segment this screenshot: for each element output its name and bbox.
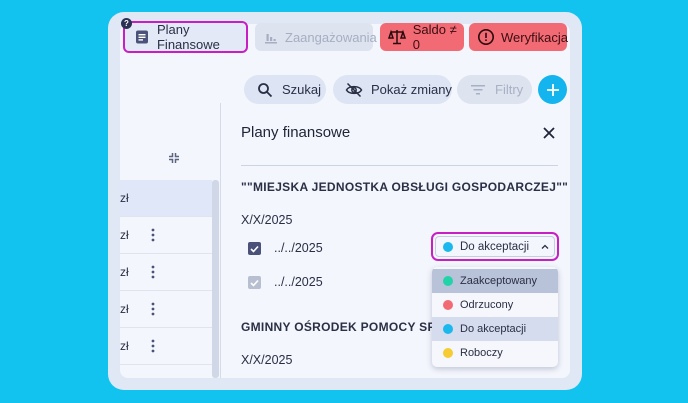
check-icon — [250, 279, 259, 287]
plan-label: ../../2025 — [274, 241, 323, 255]
table-row[interactable]: zł — [120, 291, 212, 328]
search-label: Szukaj — [282, 82, 322, 97]
scale-icon — [388, 27, 407, 47]
row-amount: zł — [120, 228, 129, 242]
tab-zaangazowania[interactable]: Zaangażowania — [255, 23, 377, 51]
option-label: Roboczy — [460, 347, 503, 359]
status-dot — [443, 300, 453, 310]
eye-off-icon — [345, 81, 363, 99]
help-badge: ? — [121, 18, 132, 29]
status-option-do-akceptacji[interactable]: Do akceptacji — [432, 317, 558, 341]
tab-weryfikacja[interactable]: Weryfikacja — [469, 23, 568, 51]
tab-plany-finansowe[interactable]: ? Plany Finansowe — [121, 18, 248, 53]
row-amount: zł — [120, 302, 129, 316]
bar-chart-icon — [263, 27, 279, 47]
filters-button[interactable]: Filtry — [457, 75, 532, 104]
collapse-icon[interactable] — [166, 150, 182, 166]
org-name: GMINNY OŚRODEK POMOCY SPOŁ — [241, 320, 454, 334]
panel-title: Plany finansowe — [241, 124, 351, 141]
status-dropdown: Zaakceptowany Odrzucony Do akceptacji Ro… — [432, 267, 558, 367]
add-button[interactable] — [538, 75, 567, 104]
status-option-odrzucony[interactable]: Odrzucony — [432, 293, 558, 317]
panel-divider — [220, 103, 221, 378]
more-vertical-icon[interactable] — [150, 301, 156, 317]
search-icon — [256, 81, 274, 99]
status-option-zaakceptowany[interactable]: Zaakceptowany — [432, 269, 558, 293]
option-label: Do akceptacji — [460, 323, 527, 335]
status-dot — [443, 348, 453, 358]
org-name: ""MIEJSKA JEDNOSTKA OBSŁUGI GOSPODARCZEJ… — [241, 180, 569, 194]
plan-checkbox[interactable] — [248, 242, 261, 255]
tab-label: Saldo ≠ 0 — [412, 22, 457, 52]
tab-label: Weryfikacja — [501, 29, 568, 45]
plan-checkbox-disabled — [248, 276, 261, 289]
org-date: X/X/2025 — [241, 213, 293, 227]
chevron-up-icon — [541, 244, 549, 249]
plan-label: ../../2025 — [274, 275, 323, 289]
show-changes-label: Pokaż zmiany — [371, 82, 452, 97]
status-dot — [443, 241, 453, 252]
more-vertical-icon[interactable] — [150, 227, 156, 243]
search-button[interactable]: Szukaj — [244, 75, 326, 104]
table-row[interactable]: zł — [120, 254, 212, 291]
more-vertical-icon[interactable] — [150, 264, 156, 280]
tab-saldo[interactable]: Saldo ≠ 0 — [380, 22, 464, 52]
tab-label: Plany Finansowe — [156, 22, 220, 52]
show-changes-button[interactable]: Pokaż zmiany — [333, 75, 452, 104]
table-row[interactable]: zł — [120, 217, 212, 254]
filters-label: Filtry — [495, 82, 524, 97]
status-option-roboczy[interactable]: Roboczy — [432, 341, 558, 365]
divider — [241, 165, 558, 166]
document-icon — [133, 27, 151, 47]
scrollbar[interactable] — [212, 180, 219, 378]
table-row[interactable]: zł — [120, 180, 212, 217]
check-icon — [250, 245, 259, 253]
tab-label: Zaangażowania — [285, 29, 377, 45]
close-icon[interactable] — [541, 125, 557, 141]
row-amount: zł — [120, 339, 129, 353]
status-select[interactable]: Do akceptacji — [431, 232, 559, 261]
row-amount: zł — [120, 265, 129, 279]
option-label: Odrzucony — [460, 299, 514, 311]
status-value: Do akceptacji — [460, 240, 530, 253]
table-row[interactable]: zł — [120, 328, 212, 365]
alert-icon — [477, 27, 495, 47]
status-dot — [443, 324, 453, 334]
org-date: X/X/2025 — [241, 353, 293, 367]
more-vertical-icon[interactable] — [150, 338, 156, 354]
option-label: Zaakceptowany — [460, 275, 538, 287]
filter-icon — [469, 81, 487, 99]
status-dot — [443, 276, 453, 286]
plus-icon — [546, 83, 559, 96]
row-amount: zł — [120, 191, 129, 205]
